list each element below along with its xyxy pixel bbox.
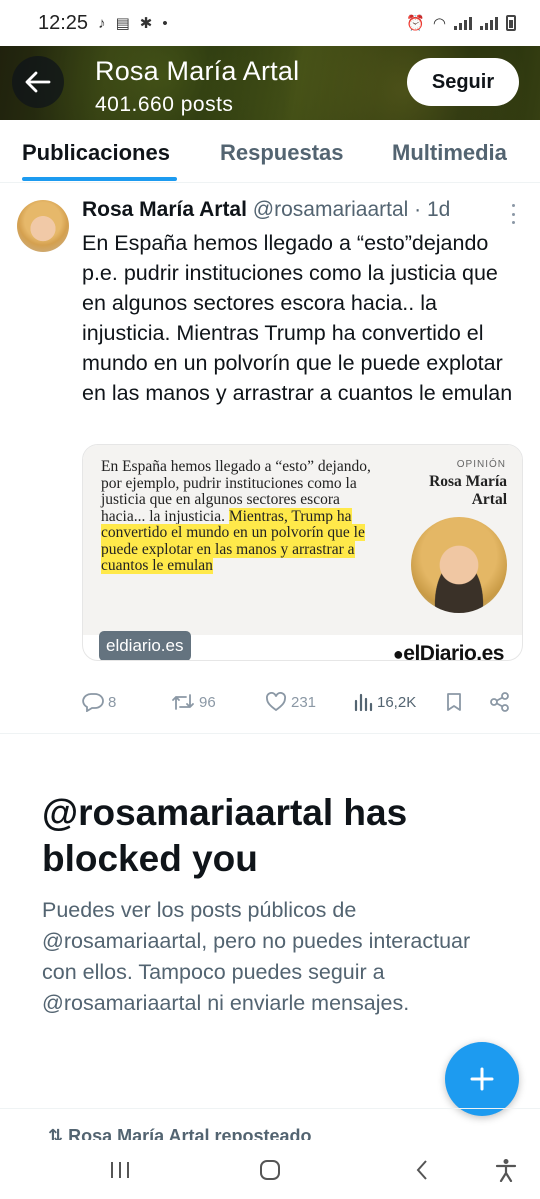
card-logo: ●elDiario.es	[393, 642, 505, 661]
tweet[interactable]: Rosa María Artal @rosamariaartal · 1d En…	[0, 184, 540, 734]
active-tab-indicator	[22, 177, 177, 181]
tab-publicaciones[interactable]: Publicaciones	[22, 140, 170, 166]
status-time: 12:25	[38, 11, 89, 34]
tweet-text: En España hemos llegado a “esto”dejando …	[82, 231, 513, 405]
accessibility-icon: ✱	[139, 15, 153, 32]
tiktok-icon: ♪	[98, 14, 106, 32]
accessibility-button[interactable]	[486, 1154, 526, 1186]
home-icon	[260, 1160, 280, 1180]
back-nav-button[interactable]	[402, 1154, 442, 1186]
compose-button[interactable]	[445, 1042, 519, 1116]
android-nav-bar	[0, 1140, 540, 1199]
repost-indicator: ⇅ Rosa María Artal reposteado	[48, 1126, 312, 1140]
blocked-title: @rosamariaartal has blocked you	[42, 792, 408, 879]
like-count: 231	[291, 693, 317, 711]
card-logo-text: elDiario.es	[403, 642, 504, 661]
signal-icon-2	[480, 16, 498, 30]
retweet-count: 96	[199, 693, 216, 711]
alarm-icon: ⏰	[406, 15, 425, 32]
tweet-header: Rosa María Artal @rosamariaartal · 1d	[82, 198, 450, 222]
link-card[interactable]: En España hemos llegado a “esto” dejando…	[82, 444, 523, 661]
share-icon	[490, 692, 509, 712]
card-domain-badge: eldiario.es	[99, 631, 191, 660]
like-button[interactable]: 231	[265, 692, 353, 712]
views-chart-icon	[354, 693, 373, 712]
views-button[interactable]: 16,2K	[353, 692, 445, 712]
arrow-left-icon	[25, 71, 51, 93]
heart-icon	[266, 692, 286, 712]
retweet-button[interactable]: 96	[171, 692, 265, 712]
bookmark-button[interactable]	[445, 692, 489, 712]
chevron-left-icon	[416, 1160, 427, 1180]
recent-apps-icon	[111, 1162, 129, 1178]
status-bar: 12:25 ♪ ▤ ✱ • ⏰ ◠	[0, 0, 540, 46]
reply-count: 8	[108, 693, 117, 711]
recent-apps-button[interactable]	[100, 1154, 140, 1186]
post-count: 401.660 posts	[95, 93, 234, 116]
home-button[interactable]	[250, 1154, 290, 1186]
plus-icon	[470, 1067, 494, 1091]
tweet-author-name[interactable]: Rosa María Artal	[82, 198, 247, 221]
signal-icon	[454, 16, 472, 30]
profile-header: Rosa María Artal 401.660 posts Seguir	[0, 46, 540, 120]
repost-text: Rosa María Artal reposteado	[68, 1126, 312, 1140]
views-count: 16,2K	[377, 693, 417, 711]
tweet-author-handle[interactable]: @rosamariaartal	[253, 198, 409, 221]
card-quote: En España hemos llegado a “esto” dejando…	[101, 458, 371, 575]
more-notifications-icon: •	[162, 14, 168, 32]
more-options-icon[interactable]	[505, 204, 521, 224]
back-button[interactable]	[12, 56, 64, 108]
share-button[interactable]	[489, 691, 519, 713]
reply-icon	[82, 693, 104, 712]
card-image: En España hemos llegado a “esto” dejando…	[83, 445, 522, 635]
calendar-icon: ▤	[115, 15, 130, 32]
tab-respuestas[interactable]: Respuestas	[220, 140, 344, 166]
profile-name: Rosa María Artal	[95, 56, 300, 86]
card-section-label: OPINIÓN	[456, 459, 506, 470]
profile-tabs: Publicaciones Respuestas Multimedia	[0, 120, 540, 183]
divider	[0, 1108, 540, 1109]
tab-multimedia[interactable]: Multimedia	[392, 140, 507, 166]
wifi-icon: ◠	[432, 15, 446, 32]
reply-button[interactable]: 8	[82, 692, 171, 712]
avatar[interactable]	[17, 200, 69, 252]
tweet-time: · 1d	[414, 198, 451, 221]
blocked-description: Puedes ver los posts públicos de @rosama…	[42, 898, 471, 1015]
follow-button[interactable]: Seguir	[407, 58, 519, 106]
divider	[0, 733, 540, 734]
card-author-photo	[411, 517, 507, 613]
retweet-icon	[172, 694, 194, 710]
accessibility-icon	[495, 1159, 517, 1182]
battery-icon	[506, 15, 516, 31]
bookmark-icon	[447, 693, 461, 711]
tweet-actions: 8 96 231 16,2K	[82, 687, 523, 717]
repost-icon: ⇅	[48, 1126, 69, 1140]
card-author: Rosa María Artal	[429, 473, 507, 508]
